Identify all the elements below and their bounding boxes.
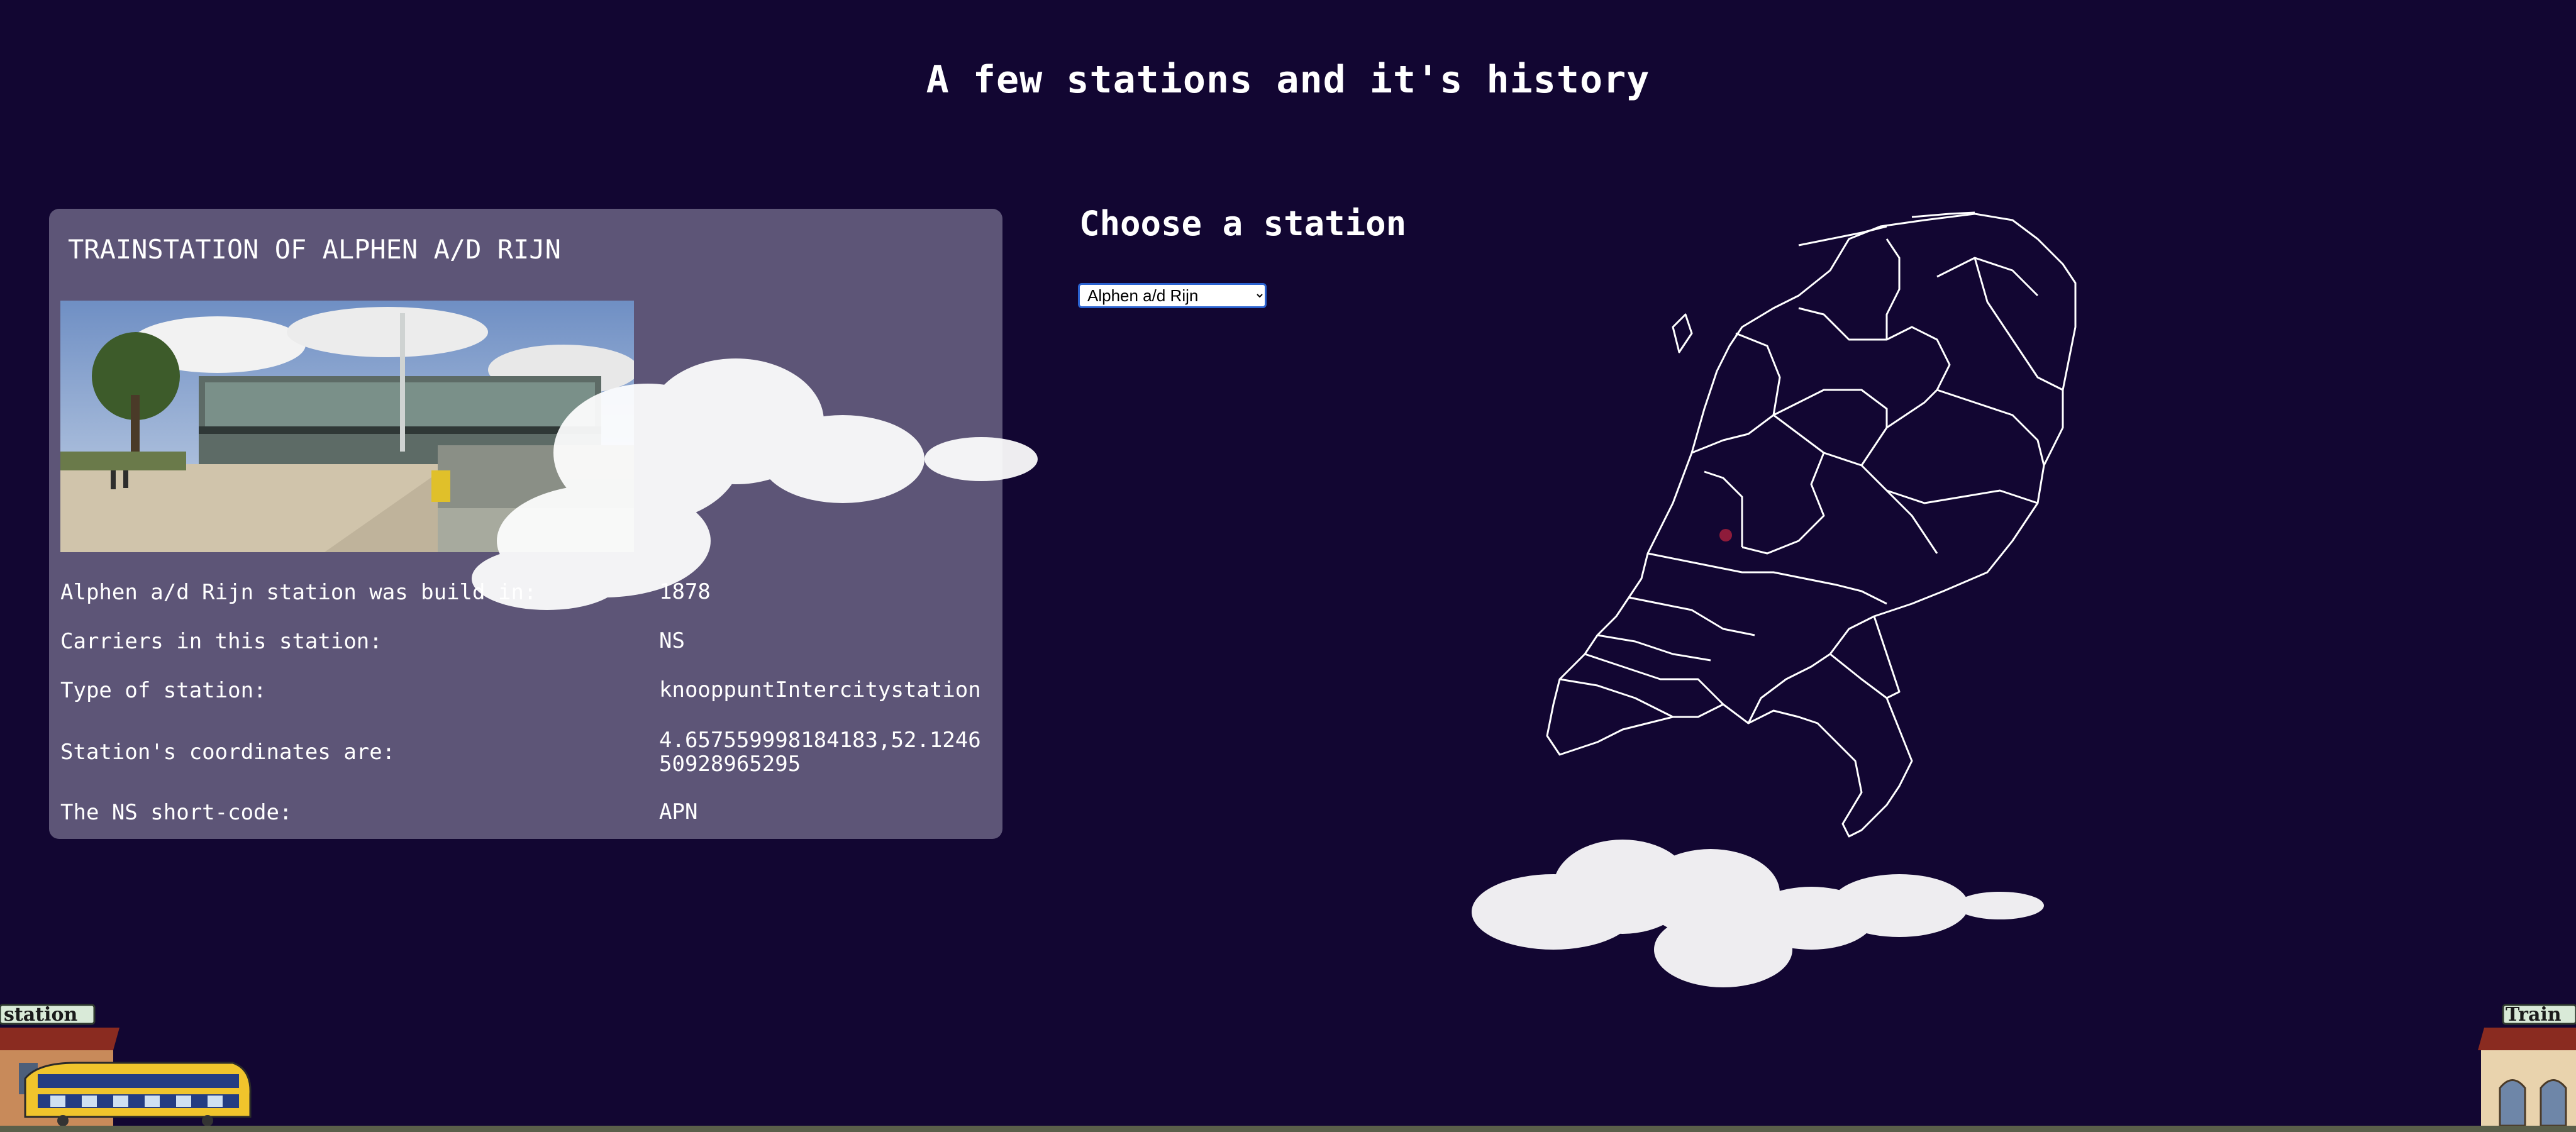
train-icon (24, 1062, 252, 1126)
station-train-illustration: station (0, 1004, 252, 1126)
station-sign-text: station (4, 1004, 77, 1026)
station-type-label: Type of station: (60, 678, 267, 703)
coordinates-label: Station's coordinates are: (60, 740, 396, 765)
page-title: A few stations and it's history (926, 58, 1650, 102)
station-type-value: knooppuntIntercitystation (659, 677, 981, 702)
train-sign-text: Train (2506, 1004, 2562, 1026)
station-location-marker[interactable] (1719, 529, 1732, 541)
ground-strip (0, 1126, 2576, 1132)
station-building-right: Train (2478, 1004, 2576, 1129)
short-code-value: APN (659, 799, 698, 824)
cloud-decoration-bottom (1472, 840, 2044, 987)
coordinates-value: 4.657559998184183,52.124650928965295 (659, 728, 981, 777)
station-select[interactable]: Alphen a/d Rijn (1078, 283, 1267, 308)
province-outlines (1546, 211, 2077, 838)
cloud-decoration-top (472, 358, 1038, 610)
carriers-label: Carriers in this station: (60, 629, 382, 654)
netherlands-map (1546, 211, 2077, 838)
card-title: TRAINSTATION OF ALPHEN A/D RIJN (68, 234, 561, 265)
choose-station-title: Choose a station (1079, 204, 1407, 243)
carriers-value: NS (659, 628, 685, 653)
short-code-label: The NS short-code: (60, 800, 292, 825)
